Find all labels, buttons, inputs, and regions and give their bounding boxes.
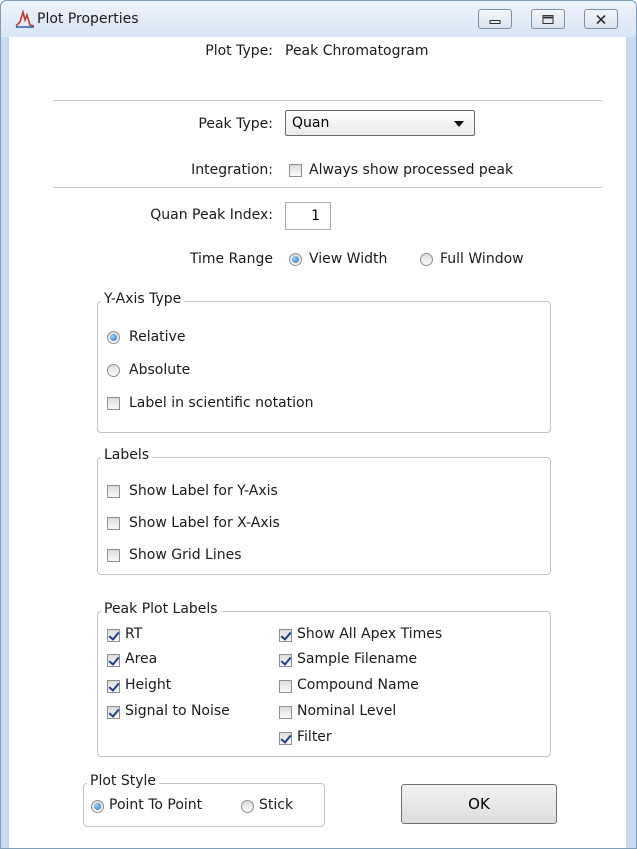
divider bbox=[53, 100, 602, 101]
minimize-button[interactable] bbox=[478, 9, 512, 29]
always-show-processed-peak-label[interactable]: Always show processed peak bbox=[309, 162, 513, 178]
integration-label: Integration: bbox=[191, 162, 273, 178]
chevron-down-icon bbox=[454, 121, 464, 127]
maximize-icon bbox=[542, 10, 554, 29]
sample-filename-checkbox[interactable] bbox=[279, 654, 292, 667]
title-bar[interactable]: Plot Properties bbox=[1, 1, 636, 37]
plot-type-label: Plot Type: bbox=[205, 43, 273, 59]
dialog-content: Plot Type: Peak Chromatogram Peak Type: … bbox=[9, 37, 626, 848]
scientific-notation-checkbox[interactable] bbox=[107, 397, 120, 410]
nominal-level-label[interactable]: Nominal Level bbox=[297, 703, 396, 719]
plot-properties-window: Plot Properties Plot Type: Peak Chromato… bbox=[0, 0, 637, 849]
signal-to-noise-checkbox[interactable] bbox=[107, 706, 120, 719]
show-grid-lines-label[interactable]: Show Grid Lines bbox=[129, 547, 242, 563]
show-label-x-axis-label[interactable]: Show Label for X-Axis bbox=[129, 515, 280, 531]
show-all-apex-times-label[interactable]: Show All Apex Times bbox=[297, 626, 442, 642]
show-label-y-axis-checkbox[interactable] bbox=[107, 485, 120, 498]
view-width-radio[interactable] bbox=[289, 253, 302, 266]
filter-checkbox[interactable] bbox=[279, 732, 292, 745]
plot-style-title: Plot Style bbox=[87, 773, 160, 789]
sample-filename-label[interactable]: Sample Filename bbox=[297, 651, 417, 667]
peak-chart-icon bbox=[15, 10, 35, 28]
peak-type-label: Peak Type: bbox=[198, 116, 273, 132]
show-all-apex-times-checkbox[interactable] bbox=[279, 629, 292, 642]
nominal-level-checkbox[interactable] bbox=[279, 706, 292, 719]
show-grid-lines-checkbox[interactable] bbox=[107, 549, 120, 562]
maximize-button[interactable] bbox=[531, 9, 565, 29]
quan-peak-index-value: 1 bbox=[311, 208, 320, 224]
divider bbox=[53, 187, 602, 188]
peak-plot-labels-title: Peak Plot Labels bbox=[101, 601, 221, 617]
rt-label[interactable]: RT bbox=[125, 626, 142, 642]
full-window-label[interactable]: Full Window bbox=[440, 251, 524, 267]
absolute-radio[interactable] bbox=[107, 364, 120, 377]
peak-type-select[interactable]: Quan bbox=[285, 110, 475, 136]
relative-radio[interactable] bbox=[107, 331, 120, 344]
height-label[interactable]: Height bbox=[125, 677, 171, 693]
labels-title: Labels bbox=[101, 447, 153, 463]
close-button[interactable] bbox=[584, 9, 618, 29]
quan-peak-index-label: Quan Peak Index: bbox=[150, 207, 273, 223]
point-to-point-label[interactable]: Point To Point bbox=[109, 797, 202, 813]
full-window-radio[interactable] bbox=[420, 253, 433, 266]
plot-type-value: Peak Chromatogram bbox=[285, 43, 429, 59]
scientific-notation-label[interactable]: Label in scientific notation bbox=[129, 395, 313, 411]
stick-radio[interactable] bbox=[241, 800, 254, 813]
always-show-processed-peak-checkbox[interactable] bbox=[289, 164, 302, 177]
quan-peak-index-input[interactable]: 1 bbox=[285, 202, 331, 230]
stick-label[interactable]: Stick bbox=[259, 797, 293, 813]
compound-name-label[interactable]: Compound Name bbox=[297, 677, 419, 693]
peak-type-selected: Quan bbox=[292, 115, 330, 131]
area-checkbox[interactable] bbox=[107, 654, 120, 667]
compound-name-checkbox[interactable] bbox=[279, 680, 292, 693]
height-checkbox[interactable] bbox=[107, 680, 120, 693]
absolute-label[interactable]: Absolute bbox=[129, 362, 190, 378]
point-to-point-radio[interactable] bbox=[91, 800, 104, 813]
signal-to-noise-label[interactable]: Signal to Noise bbox=[125, 703, 230, 719]
time-range-label: Time Range bbox=[189, 251, 273, 267]
close-icon bbox=[595, 10, 607, 29]
y-axis-type-title: Y-Axis Type bbox=[101, 291, 185, 307]
area-label[interactable]: Area bbox=[125, 651, 157, 667]
show-label-x-axis-checkbox[interactable] bbox=[107, 517, 120, 530]
relative-label[interactable]: Relative bbox=[129, 329, 185, 345]
rt-checkbox[interactable] bbox=[107, 629, 120, 642]
view-width-label[interactable]: View Width bbox=[309, 251, 387, 267]
window-title: Plot Properties bbox=[37, 11, 139, 27]
filter-label[interactable]: Filter bbox=[297, 729, 332, 745]
show-label-y-axis-label[interactable]: Show Label for Y-Axis bbox=[129, 483, 278, 499]
ok-button[interactable]: OK bbox=[401, 784, 557, 824]
minimize-icon bbox=[489, 10, 501, 29]
